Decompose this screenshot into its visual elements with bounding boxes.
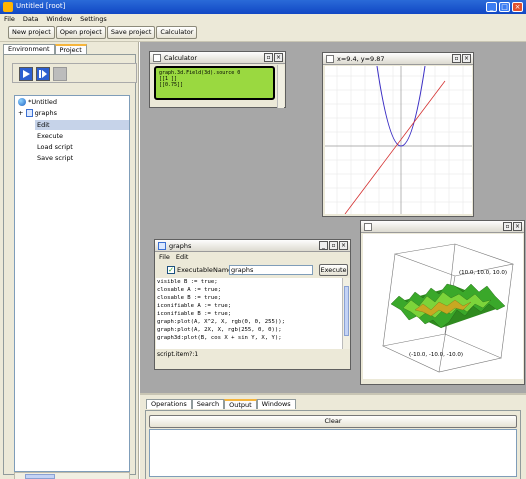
graph3d-canvas[interactable]: (10.0, 10.0, 10.0) (-10.0, -10.0, -10.0) xyxy=(363,234,523,379)
close-button[interactable]: × xyxy=(512,2,523,12)
tree-hscrollbar[interactable] xyxy=(14,472,130,479)
tree-node-graphs[interactable]: + graphs xyxy=(18,109,57,117)
executable-label: Executable xyxy=(177,266,213,274)
restore-icon[interactable]: ▫ xyxy=(264,53,273,62)
corner-label-top: (10.0, 10.0, 10.0) xyxy=(459,270,508,276)
graphs-menu-edit[interactable]: Edit xyxy=(176,252,189,262)
tree-item-edit[interactable]: Edit xyxy=(37,121,50,129)
script-icon xyxy=(25,109,33,117)
minimize-icon[interactable]: _ xyxy=(319,241,328,250)
graphs-titlebar[interactable]: graphs _ ▫ × xyxy=(155,240,350,252)
window-title: Untitled [root] xyxy=(16,2,66,10)
minimize-button[interactable]: _ xyxy=(486,2,497,12)
tree-item-load-script[interactable]: Load script xyxy=(37,143,73,151)
graph2d-coordinates: x=9.4, y=9.87 xyxy=(337,55,385,63)
graphs-options-row: ✓ Executable Name graphs Execute xyxy=(155,262,350,278)
tab-environment[interactable]: Environment xyxy=(3,44,55,54)
desktop-area: Calculator ▫ × graph.3d.Field(3d).source… xyxy=(140,42,526,393)
script-editor[interactable]: visible B := true; closable A := true; c… xyxy=(156,278,342,349)
tab-project[interactable]: Project xyxy=(54,44,87,54)
clear-button[interactable]: Clear xyxy=(149,415,517,428)
close-icon[interactable]: × xyxy=(274,53,283,62)
run-icon[interactable] xyxy=(19,67,33,81)
open-project-button[interactable]: Open project xyxy=(55,26,106,39)
name-input[interactable]: graphs xyxy=(229,265,313,275)
graph2d-canvas[interactable] xyxy=(325,65,472,215)
restore-icon[interactable]: ▫ xyxy=(329,241,338,250)
scroll-thumb[interactable] xyxy=(344,286,349,336)
graph2d-titlebar[interactable]: x=9.4, y=9.87 ▫ × xyxy=(323,53,473,65)
calculator-scrollbar[interactable] xyxy=(277,65,284,108)
tab-search[interactable]: Search xyxy=(191,399,225,409)
graphs-menubar: File Edit xyxy=(155,252,350,262)
editor-scrollbar[interactable] xyxy=(342,278,350,349)
graphs-editor-window[interactable]: graphs _ ▫ × File Edit ✓ Executable Name… xyxy=(154,239,351,370)
executable-checkbox[interactable]: ✓ xyxy=(167,266,175,274)
menu-window[interactable]: Window xyxy=(42,14,76,25)
code-line: closable A := true; xyxy=(157,287,221,293)
stop-icon[interactable] xyxy=(53,67,67,81)
new-project-button[interactable]: New project xyxy=(8,26,55,39)
window-icon xyxy=(364,223,372,231)
close-icon[interactable]: × xyxy=(339,241,348,250)
toolbar: New project Open project Save project Ca… xyxy=(0,25,526,42)
graph3d-titlebar[interactable]: ▫ × xyxy=(361,221,524,233)
tab-operations[interactable]: Operations xyxy=(146,399,192,409)
project-panel: *Untitled + graphs Edit Execute Load scr… xyxy=(3,54,137,479)
calculator-title: Calculator xyxy=(164,54,198,62)
tree-item-execute[interactable]: Execute xyxy=(37,132,63,140)
close-icon[interactable]: × xyxy=(462,54,471,63)
graphs-menu-file[interactable]: File xyxy=(159,252,170,262)
graphs-title: graphs xyxy=(169,242,192,250)
code-line: visible B := true; xyxy=(157,279,218,285)
save-project-button[interactable]: Save project xyxy=(106,26,156,39)
project-tree: *Untitled + graphs Edit Execute Load scr… xyxy=(14,95,130,472)
tab-output[interactable]: Output xyxy=(224,399,257,409)
code-line: closable B := true; xyxy=(157,295,221,301)
calculator-display: graph.3d.Field(3d).source 0 [[1 ]] [[0.7… xyxy=(154,66,275,100)
graph3d-window[interactable]: ▫ × (10.0, 10.0, 10.0) (-10.0, -10.0, -1… xyxy=(360,220,525,385)
close-icon[interactable]: × xyxy=(513,222,522,231)
left-panel: Environment Project *Untitled + graphs E… xyxy=(0,42,139,479)
code-line: iconifiable A := true; xyxy=(157,303,232,309)
scroll-thumb[interactable] xyxy=(25,474,55,479)
expand-toggle-icon[interactable]: + xyxy=(18,109,23,117)
project-toolbar xyxy=(12,63,137,83)
bottom-panel: Operations Search Output Windows Clear xyxy=(140,393,526,479)
graph2d-window[interactable]: x=9.4, y=9.87 ▫ × xyxy=(322,52,474,217)
calculator-window[interactable]: Calculator ▫ × graph.3d.Field(3d).source… xyxy=(149,51,286,108)
calculator-button[interactable]: Calculator xyxy=(156,26,198,39)
tree-root[interactable]: *Untitled xyxy=(18,98,57,106)
menu-file[interactable]: File xyxy=(0,14,19,25)
output-panel: Clear xyxy=(145,410,521,479)
tree-item-save-script[interactable]: Save script xyxy=(37,154,73,162)
execute-button[interactable]: Execute xyxy=(319,264,348,276)
calculator-titlebar[interactable]: Calculator ▫ × xyxy=(150,52,285,64)
output-area[interactable] xyxy=(149,429,517,477)
display-line: [[0.75]] xyxy=(159,82,184,88)
code-line: graph:plot(A, X^2, X, rgb(0, 0, 255)); xyxy=(157,319,285,325)
editor-status: script.item?:1 xyxy=(156,350,350,359)
surface-plot xyxy=(390,283,506,329)
restore-icon[interactable]: ▫ xyxy=(503,222,512,231)
script-icon xyxy=(158,242,166,250)
maximize-button[interactable]: □ xyxy=(499,2,510,12)
app-icon xyxy=(3,2,13,12)
tangent-line xyxy=(344,80,446,215)
code-line: graph3d:plot(B, cos X + sin Y, X, Y); xyxy=(157,335,282,341)
corner-label-bottom: (-10.0, -10.0, -10.0) xyxy=(409,352,463,358)
calculator-icon xyxy=(153,54,161,62)
step-icon[interactable] xyxy=(36,67,50,81)
code-line: iconifiable B := true; xyxy=(157,311,232,317)
code-line: graph:plot(A, 2X, X, rgb(255, 0, 0)); xyxy=(157,327,282,333)
restore-icon[interactable]: ▫ xyxy=(452,54,461,63)
menu-settings[interactable]: Settings xyxy=(76,14,111,25)
menubar: File Data Window Settings xyxy=(0,14,526,25)
grid xyxy=(325,66,472,214)
tab-windows[interactable]: Windows xyxy=(256,399,296,409)
window-titlebar[interactable]: Untitled [root] _ □ × xyxy=(0,0,526,14)
window-icon xyxy=(326,55,334,63)
menu-data[interactable]: Data xyxy=(19,14,43,25)
globe-icon xyxy=(18,98,26,106)
